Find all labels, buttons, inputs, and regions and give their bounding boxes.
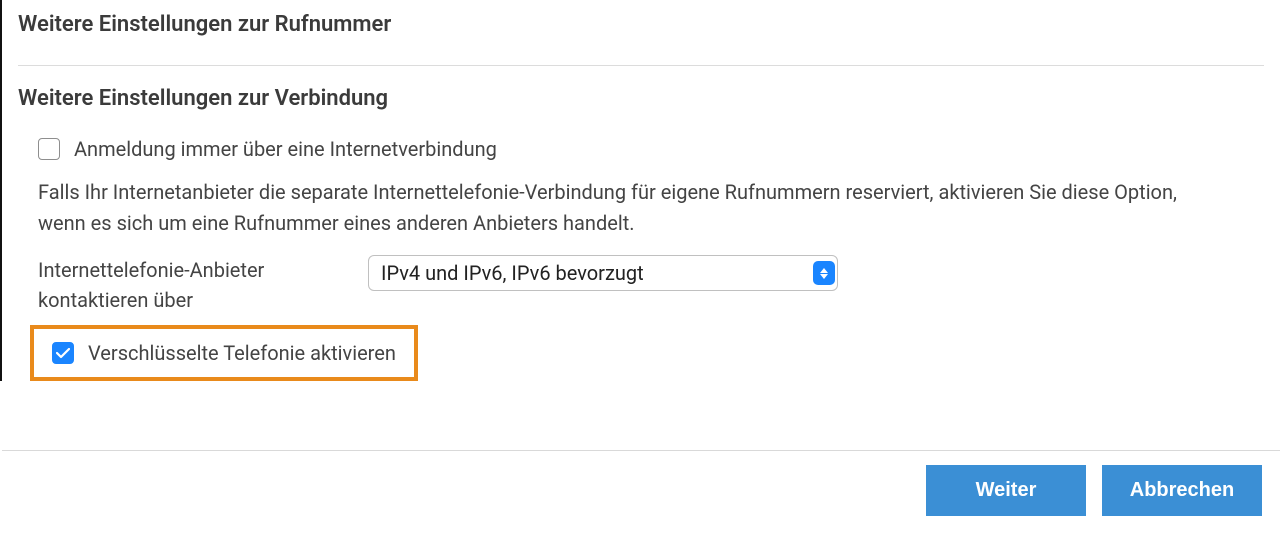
dialog-footer: Weiter Abbrechen bbox=[2, 450, 1280, 534]
login-via-internet-checkbox[interactable] bbox=[38, 138, 60, 160]
section-title-verbindung: Weitere Einstellungen zur Verbindung bbox=[18, 74, 1264, 123]
contact-via-select[interactable]: IPv4 und IPv6, IPv6 bevorzugt bbox=[368, 255, 838, 291]
continue-button[interactable]: Weiter bbox=[926, 465, 1086, 516]
login-via-internet-label: Anmeldung immer über eine Internetverbin… bbox=[74, 137, 497, 161]
section-divider bbox=[18, 65, 1264, 66]
section-title-rufnummer: Weitere Einstellungen zur Rufnummer bbox=[18, 0, 1264, 49]
cancel-button[interactable]: Abbrechen bbox=[1102, 465, 1262, 516]
encrypted-telephony-label: Verschlüsselte Telefonie aktivieren bbox=[88, 341, 396, 365]
login-via-internet-description: Falls Ihr Internetanbieter die separate … bbox=[18, 171, 1198, 247]
encrypted-telephony-highlight: Verschlüsselte Telefonie aktivieren bbox=[30, 325, 418, 381]
contact-via-selected-value: IPv4 und IPv6, IPv6 bevorzugt bbox=[381, 261, 644, 285]
encrypted-telephony-checkbox[interactable] bbox=[52, 342, 74, 364]
contact-via-label: Internettelefonie-Anbieter kontaktieren … bbox=[38, 255, 338, 315]
